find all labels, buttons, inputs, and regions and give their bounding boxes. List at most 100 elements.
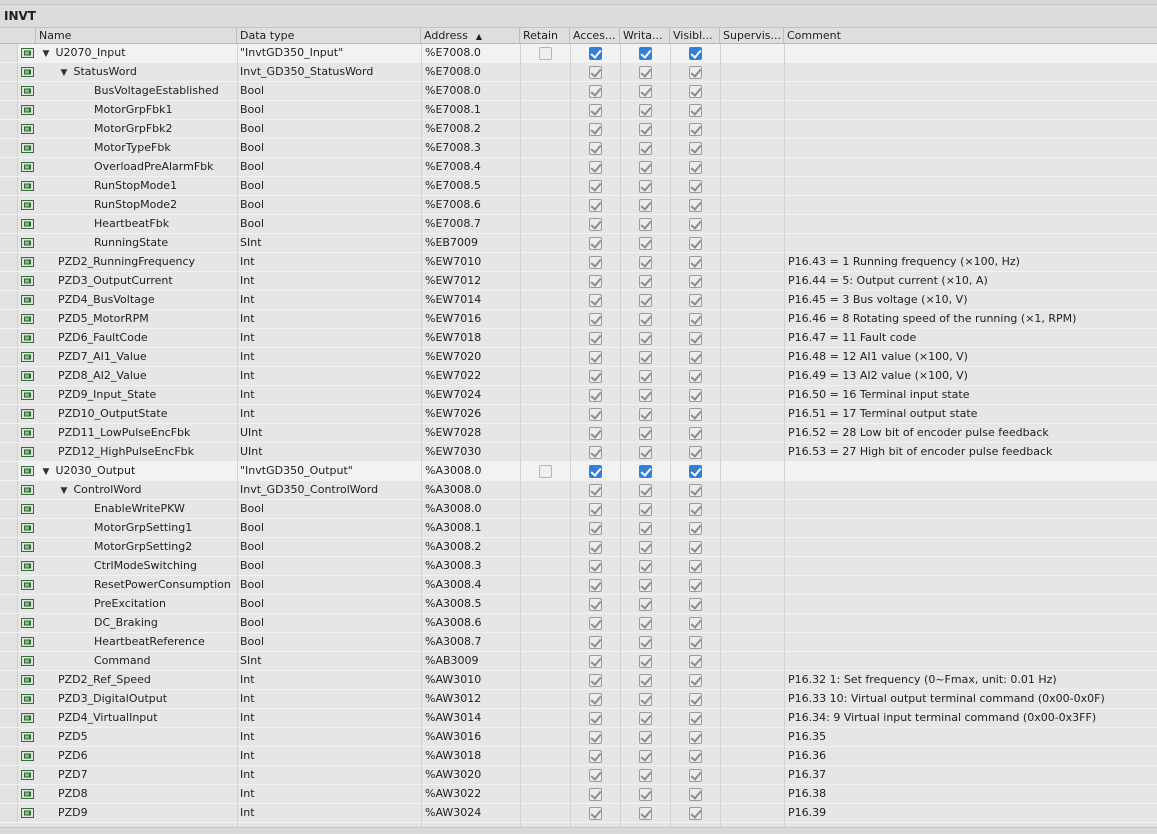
datatype-cell[interactable]: Int	[240, 747, 418, 765]
datatype-cell[interactable]: Int	[240, 804, 418, 822]
table-row[interactable]: ▼ StatusWord Invt_GD350_StatusWord %E7008.…	[0, 63, 1157, 82]
comment-cell[interactable]	[788, 500, 1153, 518]
retain-cell[interactable]	[522, 709, 568, 727]
accessible-cell[interactable]	[572, 272, 618, 290]
table-row[interactable]: MotorGrpFbk2 Bool %E7008.2	[0, 120, 1157, 139]
visible-cell[interactable]	[672, 576, 718, 594]
visible-cell[interactable]	[672, 519, 718, 537]
writable-cell[interactable]	[622, 234, 668, 252]
visible-cell[interactable]	[672, 196, 718, 214]
retain-cell[interactable]	[522, 177, 568, 195]
retain-cell[interactable]	[522, 785, 568, 803]
supervision-cell[interactable]	[722, 747, 782, 765]
row-selector[interactable]	[0, 557, 18, 575]
checkbox[interactable]	[689, 294, 702, 307]
checkbox[interactable]	[689, 66, 702, 79]
table-row[interactable]: HeartbeatReference Bool %A3008.7	[0, 633, 1157, 652]
row-selector[interactable]	[0, 652, 18, 670]
checkbox[interactable]	[589, 484, 602, 497]
supervision-cell[interactable]	[722, 101, 782, 119]
checkbox[interactable]	[589, 560, 602, 573]
visible-cell[interactable]	[672, 291, 718, 309]
retain-cell[interactable]	[522, 101, 568, 119]
retain-cell[interactable]	[522, 728, 568, 746]
checkbox[interactable]	[689, 465, 702, 478]
address-cell[interactable]: %E7008.0	[425, 63, 519, 81]
writable-cell[interactable]	[622, 101, 668, 119]
row-selector[interactable]	[0, 329, 18, 347]
supervision-cell[interactable]	[722, 82, 782, 100]
name-cell[interactable]: PZD5_MotorRPM	[38, 310, 255, 328]
name-cell[interactable]: PZD8	[38, 785, 255, 803]
writable-cell[interactable]	[622, 272, 668, 290]
datatype-cell[interactable]: Invt_GD350_ControlWord	[240, 481, 418, 499]
retain-cell[interactable]	[522, 120, 568, 138]
comment-cell[interactable]: P16.53 = 27 High bit of encoder pulse fe…	[788, 443, 1153, 461]
row-selector[interactable]	[0, 82, 18, 100]
checkbox[interactable]	[589, 446, 602, 459]
table-row[interactable]: ResetPowerConsumption Bool %A3008.4	[0, 576, 1157, 595]
retain-cell[interactable]	[522, 519, 568, 537]
supervision-cell[interactable]	[722, 500, 782, 518]
comment-cell[interactable]	[788, 196, 1153, 214]
row-selector[interactable]	[0, 139, 18, 157]
checkbox[interactable]	[689, 123, 702, 136]
checkbox[interactable]	[689, 408, 702, 421]
table-row[interactable]: PZD9 Int %AW3024 P16.39	[0, 804, 1157, 823]
supervision-cell[interactable]	[722, 709, 782, 727]
accessible-cell[interactable]	[572, 633, 618, 651]
supervision-cell[interactable]	[722, 633, 782, 651]
datatype-cell[interactable]: Bool	[240, 196, 418, 214]
row-selector[interactable]	[0, 215, 18, 233]
checkbox[interactable]	[589, 522, 602, 535]
supervision-cell[interactable]	[722, 538, 782, 556]
visible-cell[interactable]	[672, 82, 718, 100]
datatype-cell[interactable]: Int	[240, 367, 418, 385]
address-cell[interactable]: %E7008.7	[425, 215, 519, 233]
retain-cell[interactable]	[522, 557, 568, 575]
writable-cell[interactable]	[622, 367, 668, 385]
visible-cell[interactable]	[672, 120, 718, 138]
table-row[interactable]: MotorTypeFbk Bool %E7008.3	[0, 139, 1157, 158]
retain-cell[interactable]	[522, 234, 568, 252]
writable-cell[interactable]	[622, 177, 668, 195]
checkbox[interactable]	[689, 674, 702, 687]
comment-cell[interactable]: P16.50 = 16 Terminal input state	[788, 386, 1153, 404]
accessible-cell[interactable]	[572, 177, 618, 195]
checkbox[interactable]	[589, 142, 602, 155]
address-cell[interactable]: %A3008.7	[425, 633, 519, 651]
address-cell[interactable]: %EW7012	[425, 272, 519, 290]
comment-cell[interactable]	[788, 215, 1153, 233]
accessible-cell[interactable]	[572, 785, 618, 803]
comment-cell[interactable]	[788, 595, 1153, 613]
supervision-cell[interactable]	[722, 367, 782, 385]
row-selector[interactable]	[0, 804, 18, 822]
writable-cell[interactable]	[622, 652, 668, 670]
checkbox[interactable]	[589, 294, 602, 307]
datatype-cell[interactable]: Bool	[240, 538, 418, 556]
checkbox[interactable]	[689, 503, 702, 516]
row-selector[interactable]	[0, 519, 18, 537]
supervision-cell[interactable]	[722, 728, 782, 746]
checkbox[interactable]	[639, 674, 652, 687]
row-selector[interactable]	[0, 63, 18, 81]
retain-cell[interactable]	[522, 63, 568, 81]
accessible-cell[interactable]	[572, 747, 618, 765]
supervision-cell[interactable]	[722, 310, 782, 328]
checkbox[interactable]	[639, 218, 652, 231]
checkbox[interactable]	[589, 104, 602, 117]
writable-cell[interactable]	[622, 595, 668, 613]
checkbox[interactable]	[639, 750, 652, 763]
table-row[interactable]: PZD3_OutputCurrent Int %EW7012 P16.44 = 5: …	[0, 272, 1157, 291]
comment-cell[interactable]	[788, 177, 1153, 195]
address-cell[interactable]: %E7008.0	[425, 44, 519, 62]
row-selector[interactable]	[0, 310, 18, 328]
checkbox[interactable]	[689, 370, 702, 383]
checkbox[interactable]	[689, 161, 702, 174]
table-row[interactable]: PZD8_AI2_Value Int %EW7022 P16.49 = 13 AI2 …	[0, 367, 1157, 386]
checkbox[interactable]	[639, 579, 652, 592]
datatype-cell[interactable]: Bool	[240, 595, 418, 613]
comment-cell[interactable]: P16.46 = 8 Rotating speed of the running…	[788, 310, 1153, 328]
accessible-cell[interactable]	[572, 234, 618, 252]
address-cell[interactable]: %AW3010	[425, 671, 519, 689]
